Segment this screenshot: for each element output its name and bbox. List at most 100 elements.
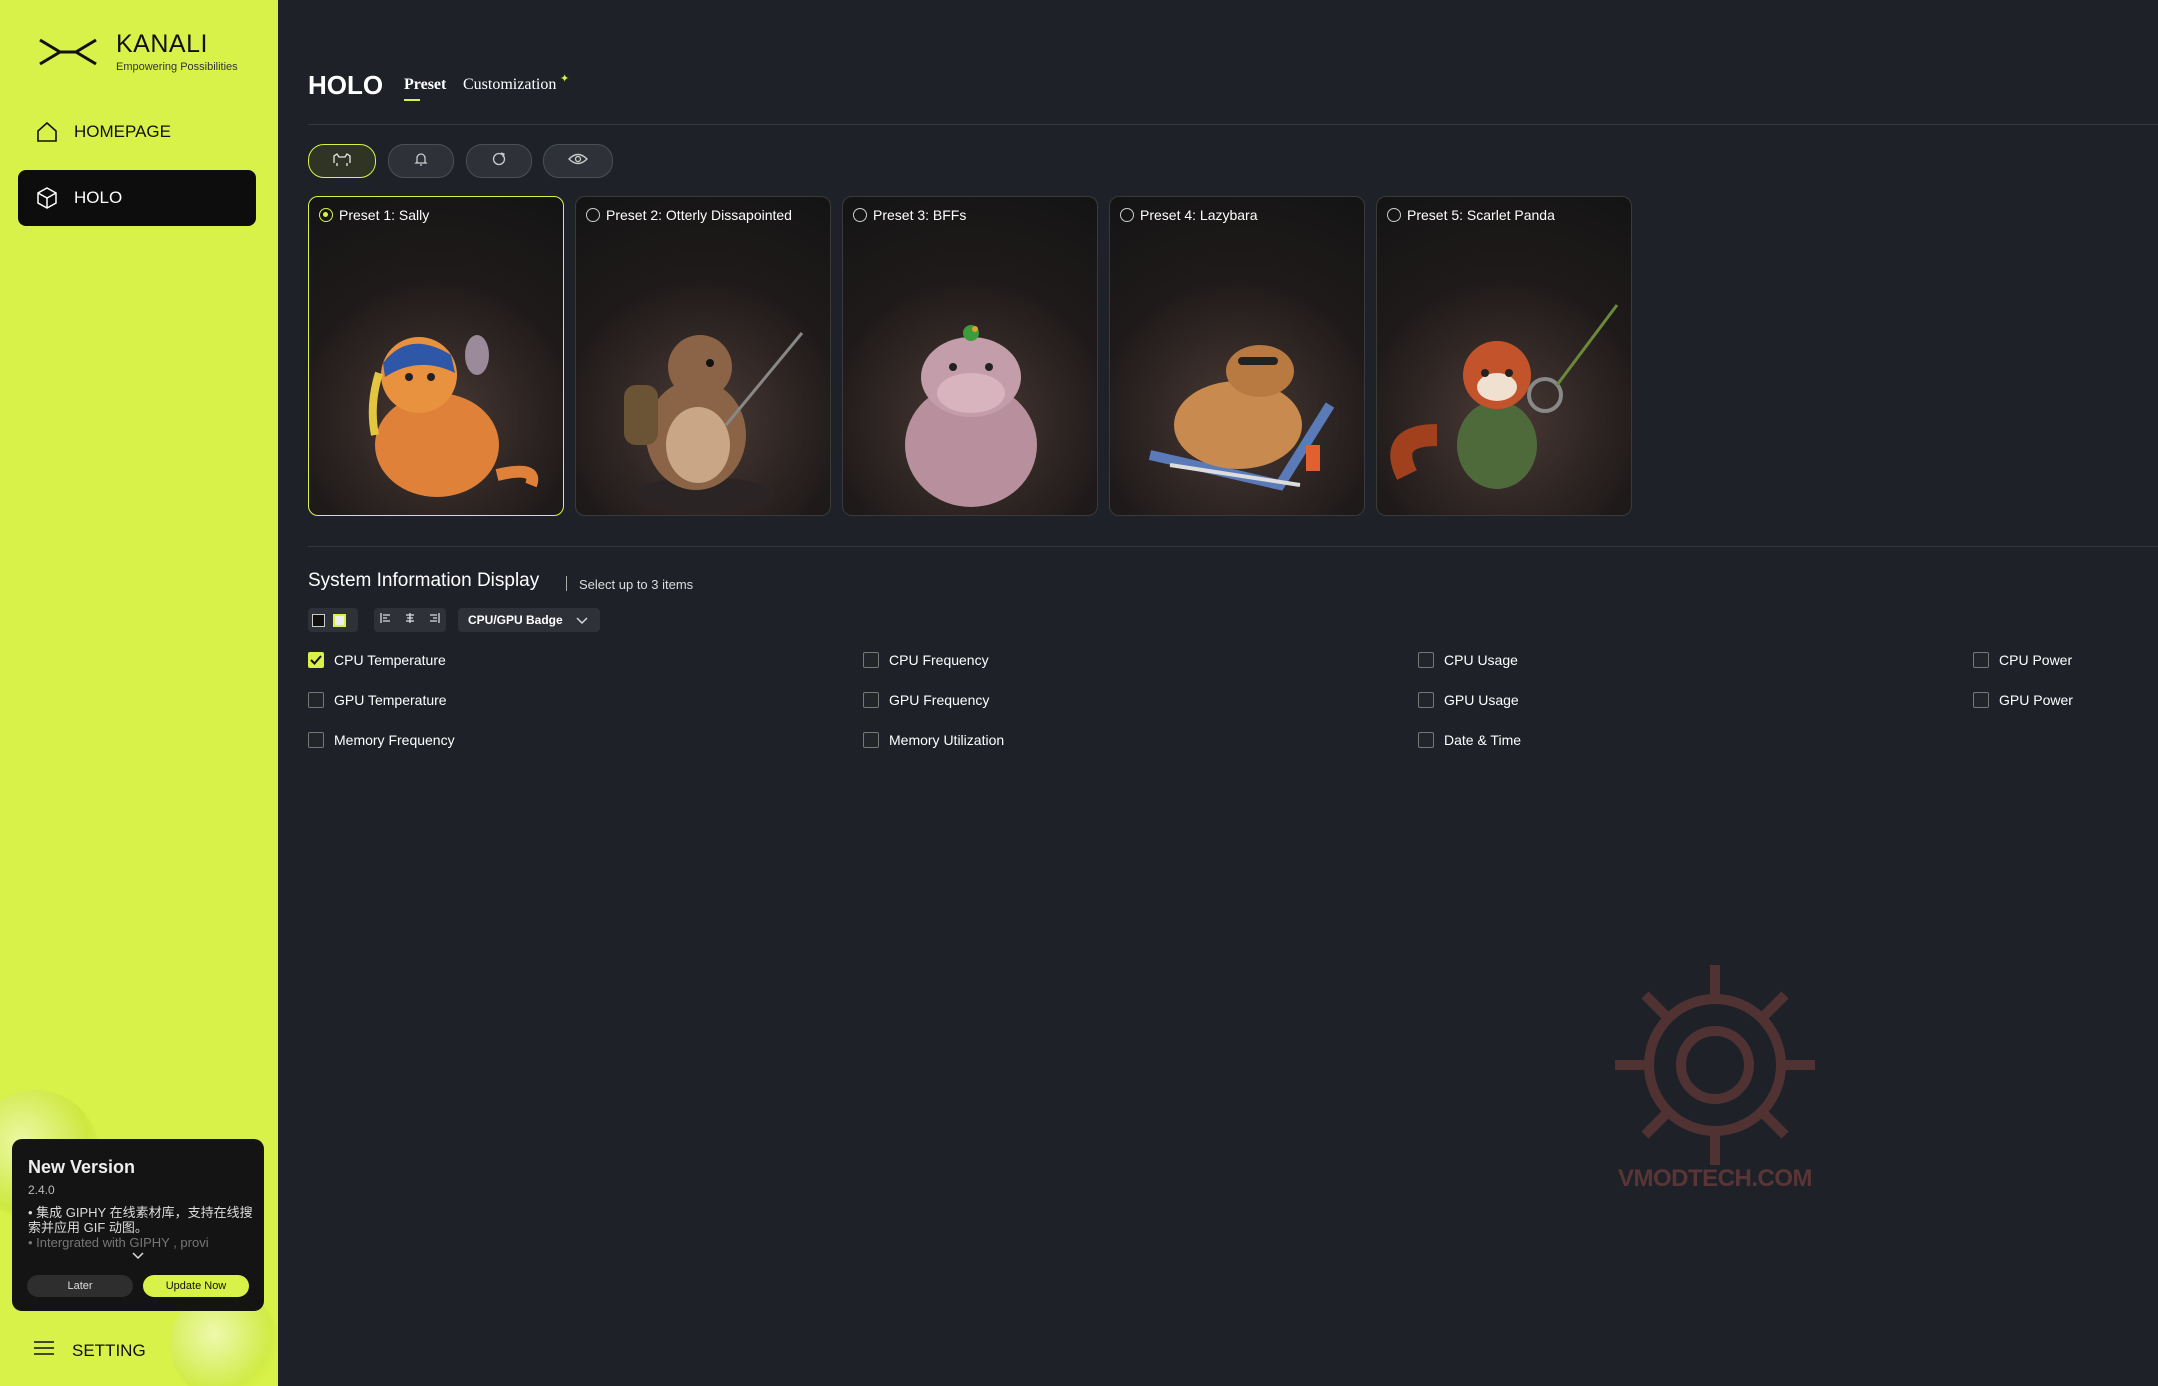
filter-eye-button[interactable] xyxy=(543,144,613,178)
color-swatch-group xyxy=(308,608,358,632)
dropdown-value: CPU/GPU Badge xyxy=(468,613,563,627)
black-swatch[interactable] xyxy=(312,613,325,627)
checkbox[interactable] xyxy=(1418,692,1434,708)
separator xyxy=(566,576,567,591)
preset-card-2[interactable]: Preset 2: Otterly Dissapointed xyxy=(575,196,831,516)
checkbox[interactable] xyxy=(863,732,879,748)
option-gpu-temperature[interactable]: GPU Temperature xyxy=(308,692,447,708)
setting-button[interactable]: SETTING xyxy=(34,1340,146,1361)
divider xyxy=(308,124,2158,125)
align-left-icon[interactable] xyxy=(380,611,392,629)
preset-card-4[interactable]: Preset 4: Lazybara xyxy=(1109,196,1365,516)
filter-refresh-button[interactable] xyxy=(466,144,532,178)
expand-chevron-icon[interactable] xyxy=(132,1247,144,1265)
option-memory-frequency[interactable]: Memory Frequency xyxy=(308,732,455,748)
sidebar-item-homepage[interactable]: HOMEPAGE xyxy=(18,104,256,160)
option-label: Memory Frequency xyxy=(334,732,455,748)
sparkle-icon: ✦ xyxy=(560,73,570,85)
tab-preset[interactable]: Preset xyxy=(404,76,446,94)
bell-icon xyxy=(413,151,429,172)
checkbox[interactable] xyxy=(1418,652,1434,668)
option-label: GPU Temperature xyxy=(334,692,447,708)
badge-style-dropdown[interactable]: CPU/GPU Badge xyxy=(458,608,600,632)
option-cpu-frequency[interactable]: CPU Frequency xyxy=(863,652,989,668)
option-label: CPU Usage xyxy=(1444,652,1518,668)
option-label: CPU Power xyxy=(1999,652,2073,668)
preset-card-5[interactable]: Preset 5: Scarlet Panda xyxy=(1376,196,1632,516)
chevron-down-icon xyxy=(576,614,588,628)
checkbox[interactable] xyxy=(1973,652,1989,668)
update-card: New Version 2.4.0 • 集成 GIPHY 在线素材库，支持在线搜… xyxy=(12,1139,264,1311)
option-cpu-temperature[interactable]: CPU Temperature xyxy=(308,652,446,668)
sidebar: KANALI Empowering Possibilities HOMEPAGE… xyxy=(0,0,278,1386)
page-title: HOLO xyxy=(308,70,384,100)
option-label: GPU Power xyxy=(1999,692,2073,708)
option-label: GPU Usage xyxy=(1444,692,1519,708)
radio-icon xyxy=(853,208,867,222)
main-panel: HOLO Preset Customization ✦ Preset 1: Sa… xyxy=(278,0,2158,1386)
option-cpu-usage[interactable]: CPU Usage xyxy=(1418,652,1518,668)
checkbox[interactable] xyxy=(1973,692,1989,708)
align-center-icon[interactable] xyxy=(404,611,416,629)
hippo-illustration xyxy=(905,325,1037,507)
brand-tagline: Empowering Possibilities xyxy=(116,61,238,73)
refresh-icon xyxy=(491,151,507,172)
checkbox-checked[interactable] xyxy=(308,652,324,668)
capybara-illustration xyxy=(1148,345,1335,491)
checkbox[interactable] xyxy=(863,692,879,708)
tab-customization[interactable]: Customization xyxy=(463,76,556,94)
later-button[interactable]: Later xyxy=(27,1275,133,1297)
update-now-button[interactable]: Update Now xyxy=(143,1275,249,1297)
preset-label: Preset 1: Sally xyxy=(319,207,429,223)
option-label: CPU Temperature xyxy=(334,652,446,668)
sidebar-item-label: HOLO xyxy=(74,188,123,207)
cube-icon xyxy=(34,185,60,211)
option-cpu-power[interactable]: CPU Power xyxy=(1973,652,2072,668)
checkbox[interactable] xyxy=(863,652,879,668)
update-note: • 集成 GIPHY 在线素材库，支持在线搜索并应用 GIF 动图。 xyxy=(28,1205,253,1235)
watermark-text: VMODTECH.COM xyxy=(1618,1165,1813,1192)
preset-card-3[interactable]: Preset 3: BFFs xyxy=(842,196,1098,516)
home-icon xyxy=(34,119,60,145)
option-gpu-frequency[interactable]: GPU Frequency xyxy=(863,692,989,708)
option-label: Memory Utilization xyxy=(889,732,1005,748)
radio-icon xyxy=(1387,208,1401,222)
option-memory-utilization[interactable]: Memory Utilization xyxy=(863,732,1004,748)
radio-selected-icon xyxy=(319,208,333,222)
option-date-time[interactable]: Date & Time xyxy=(1418,732,1521,748)
preset-name: Preset 1: Sally xyxy=(339,207,430,223)
option-label: GPU Frequency xyxy=(889,692,990,708)
radio-icon xyxy=(1120,208,1134,222)
checkbox[interactable] xyxy=(308,692,324,708)
align-right-icon[interactable] xyxy=(428,611,440,629)
brand-name: KANALI xyxy=(116,30,208,58)
option-gpu-usage[interactable]: GPU Usage xyxy=(1418,692,1519,708)
white-swatch[interactable] xyxy=(333,613,346,627)
kanali-logo-icon xyxy=(39,38,97,66)
filter-animal-button[interactable] xyxy=(308,144,376,178)
preset-label: Preset 4: Lazybara xyxy=(1120,207,1258,223)
checkbox[interactable] xyxy=(1418,732,1434,748)
logo: KANALI Empowering Possibilities xyxy=(38,30,278,80)
red-panda-illustration xyxy=(1390,304,1619,489)
filter-bell-button[interactable] xyxy=(388,144,454,178)
option-label: Date & Time xyxy=(1444,732,1522,748)
update-version: 2.4.0 xyxy=(28,1183,55,1197)
otter-illustration xyxy=(624,332,804,513)
sidebar-item-holo[interactable]: HOLO xyxy=(18,170,256,226)
checkbox[interactable] xyxy=(308,732,324,748)
preset-label: Preset 5: Scarlet Panda xyxy=(1387,207,1555,223)
radio-icon xyxy=(586,208,600,222)
option-label: CPU Frequency xyxy=(889,652,989,668)
menu-icon xyxy=(34,1340,54,1361)
update-title: New Version xyxy=(28,1157,136,1177)
preset-name: Preset 3: BFFs xyxy=(873,207,967,223)
preset-card-1[interactable]: Preset 1: Sally xyxy=(308,196,564,516)
alignment-group xyxy=(374,608,446,632)
preset-name: Preset 5: Scarlet Panda xyxy=(1407,207,1555,223)
tab-underline xyxy=(404,99,420,101)
system-info-subtitle: Select up to 3 items xyxy=(579,577,694,592)
animal-icon xyxy=(331,151,353,172)
setting-label: SETTING xyxy=(72,1340,146,1360)
option-gpu-power[interactable]: GPU Power xyxy=(1973,692,2073,708)
